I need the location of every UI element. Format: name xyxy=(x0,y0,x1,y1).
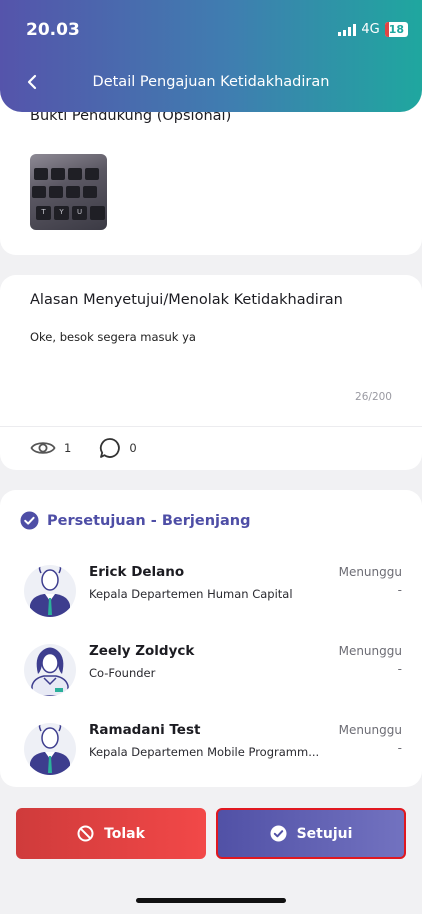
approver-role: Kepala Departemen Human Capital xyxy=(89,587,293,601)
app-header: 20.03 4G 18 Detail Pengajuan Ketidakhadi… xyxy=(0,0,422,112)
status-indicators: 4G 18 xyxy=(338,22,408,37)
network-type: 4G xyxy=(361,22,380,37)
reason-card: Alasan Menyetujui/Menolak Ketidakhadiran… xyxy=(0,275,422,470)
approval-card: Persetujuan - Berjenjang Erick Delano Ke… xyxy=(0,490,422,787)
character-counter: 26/200 xyxy=(355,391,392,403)
comment-count: 0 xyxy=(129,441,137,455)
check-circle-icon xyxy=(270,825,287,842)
evidence-thumbnail[interactable]: T Y U xyxy=(30,154,107,230)
reason-title: Alasan Menyetujui/Menolak Ketidakhadiran xyxy=(30,292,343,308)
male-avatar-icon xyxy=(24,565,76,617)
approver-item[interactable]: Zeely Zoldyck Co-Founder Menunggu - xyxy=(0,640,422,700)
thumbnail-key: T xyxy=(36,206,51,220)
approve-label: Setujui xyxy=(296,825,353,842)
thumbnail-key: Y xyxy=(54,206,69,220)
approve-button[interactable]: Setujui xyxy=(216,808,406,859)
home-indicator xyxy=(136,898,286,903)
thumbnail-key: U xyxy=(72,206,87,220)
approval-title: Persetujuan - Berjenjang xyxy=(47,512,251,529)
approver-date: - xyxy=(397,583,402,597)
approver-status: Menunggu xyxy=(338,644,402,658)
battery-icon: 18 xyxy=(384,22,408,37)
block-icon xyxy=(77,825,94,842)
approver-role: Co-Founder xyxy=(89,666,156,680)
approver-name: Zeely Zoldyck xyxy=(89,643,195,659)
signal-icon xyxy=(338,23,357,36)
approver-date: - xyxy=(397,662,402,676)
approval-header: Persetujuan - Berjenjang xyxy=(20,511,250,530)
comment-icon[interactable] xyxy=(99,437,121,459)
approver-status: Menunggu xyxy=(338,723,402,737)
reason-text: Oke, besok segera masuk ya xyxy=(30,330,196,344)
check-circle-icon xyxy=(20,511,39,530)
approver-role: Kepala Departemen Mobile Programm... xyxy=(89,745,320,759)
approver-status: Menunggu xyxy=(338,565,402,579)
reject-button[interactable]: Tolak xyxy=(16,808,206,859)
stats-row: 1 0 xyxy=(30,437,137,459)
eye-icon[interactable] xyxy=(30,439,56,457)
male-avatar-icon xyxy=(24,723,76,775)
approver-item[interactable]: Ramadani Test Kepala Departemen Mobile P… xyxy=(0,719,422,779)
approver-date: - xyxy=(397,741,402,755)
view-count: 1 xyxy=(64,441,72,455)
evidence-card: Bukti Pendukung (Opsional) T Y U xyxy=(0,90,422,255)
approver-name: Ramadani Test xyxy=(89,722,201,738)
status-time: 20.03 xyxy=(26,20,80,40)
female-avatar-icon xyxy=(24,644,76,696)
divider xyxy=(0,426,422,427)
reject-label: Tolak xyxy=(104,825,145,842)
approver-item[interactable]: Erick Delano Kepala Departemen Human Cap… xyxy=(0,561,422,621)
page-title: Detail Pengajuan Ketidakhadiran xyxy=(92,74,330,90)
approver-name: Erick Delano xyxy=(89,564,185,580)
